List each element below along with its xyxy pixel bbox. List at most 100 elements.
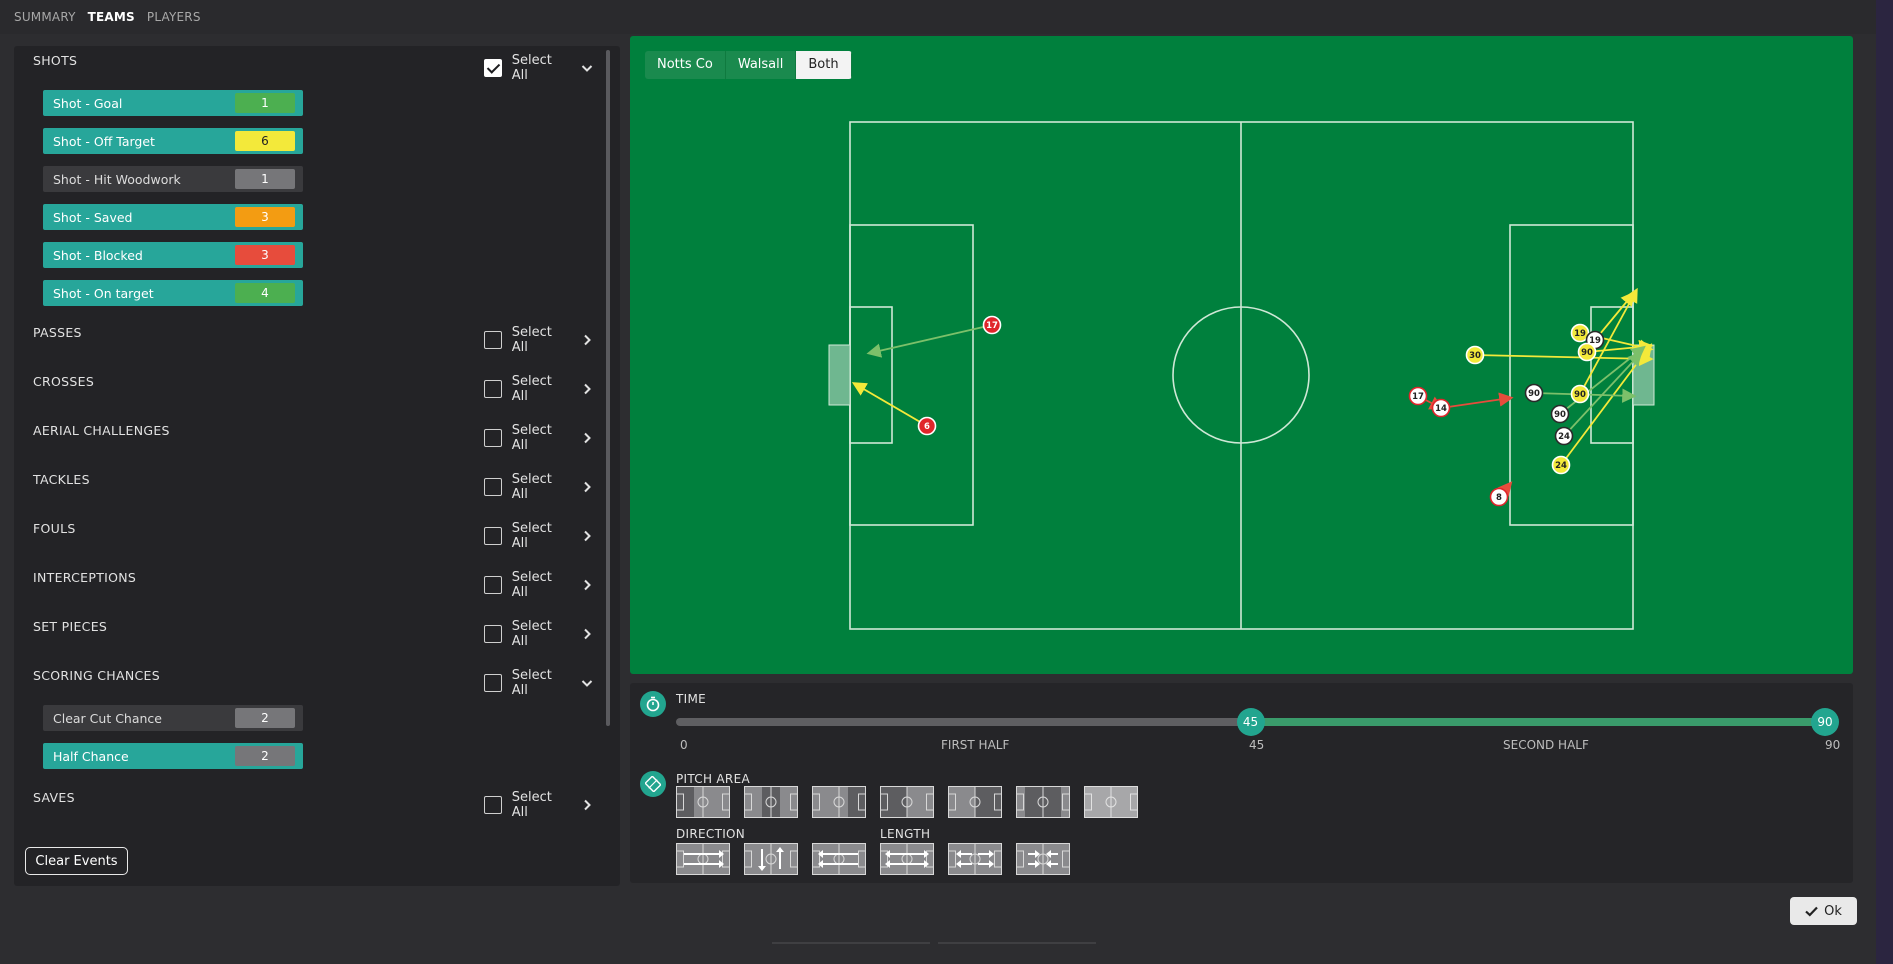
select-all-checkbox[interactable] — [484, 527, 502, 545]
select-all-checkbox[interactable] — [484, 478, 502, 496]
pitch-area-option[interactable] — [676, 786, 730, 818]
chevron-right-icon[interactable] — [581, 579, 593, 591]
chevron-right-icon[interactable] — [581, 432, 593, 444]
shot-marker-label: 19 — [1574, 329, 1586, 339]
chevron-right-icon[interactable] — [581, 481, 593, 493]
event-toggle[interactable]: Half Chance 2 — [43, 743, 303, 769]
select-all-passes[interactable]: Select All — [484, 325, 593, 355]
shot-marker-label: 14 — [1435, 404, 1447, 414]
event-toggle[interactable]: Shot - Off Target 6 — [43, 128, 303, 154]
select-all-scoring[interactable]: Select All — [484, 668, 593, 698]
time-tick-start: 0 — [680, 738, 688, 752]
select-all-saves[interactable]: Select All — [484, 790, 593, 820]
right-penalty-area — [1509, 224, 1634, 526]
shot-marker[interactable]: 90 — [1524, 383, 1544, 403]
event-count-badge: 3 — [235, 207, 295, 227]
shot-marker[interactable]: 90 — [1550, 404, 1570, 424]
select-all-checkbox[interactable] — [484, 380, 502, 398]
select-all-checkbox[interactable] — [484, 59, 502, 77]
chevron-right-icon[interactable] — [581, 799, 593, 811]
time-slider-end-handle[interactable]: 90 — [1811, 708, 1839, 736]
tab-teams[interactable]: TEAMS — [88, 10, 135, 24]
shot-marker[interactable]: 8 — [1489, 487, 1509, 507]
select-all-checkbox[interactable] — [484, 625, 502, 643]
select-all-label: Select All — [511, 472, 552, 502]
length-option[interactable] — [1016, 843, 1070, 875]
select-all-label: Select All — [511, 423, 552, 453]
category-passes: PASSES Select All — [33, 325, 593, 355]
filter-scrollbar[interactable] — [606, 50, 610, 726]
category-title: TACKLES — [33, 472, 90, 487]
direction-option[interactable] — [812, 843, 866, 875]
shot-marker[interactable]: 17 — [982, 315, 1002, 335]
event-toggle[interactable]: Shot - Saved 3 — [43, 204, 303, 230]
stopwatch-icon — [640, 691, 666, 717]
shot-marker[interactable]: 24 — [1554, 426, 1574, 446]
team-tab-notts-co[interactable]: Notts Co — [645, 51, 726, 79]
pitch-lines — [849, 121, 1634, 630]
time-slider-start-handle[interactable]: 45 — [1236, 708, 1265, 736]
pitch-area-option[interactable] — [880, 786, 934, 818]
select-all-checkbox[interactable] — [484, 331, 502, 349]
chevron-down-icon[interactable] — [581, 677, 593, 689]
length-option[interactable] — [880, 843, 934, 875]
select-all-fouls[interactable]: Select All — [484, 521, 593, 551]
event-toggle[interactable]: Shot - On target 4 — [43, 280, 303, 306]
pitch-area-option[interactable] — [744, 786, 798, 818]
select-all-shots[interactable]: Select All — [484, 53, 593, 83]
shot-marker[interactable]: 24 — [1551, 455, 1571, 475]
pitch-map: 1761919903090 9090171424248 — [828, 121, 1655, 630]
select-all-interceptions[interactable]: Select All — [484, 570, 593, 600]
event-toggle[interactable]: Shot - Goal 1 — [43, 90, 303, 116]
shot-marker[interactable]: 90 — [1570, 384, 1590, 404]
event-count-badge: 1 — [235, 93, 295, 113]
direction-option[interactable] — [744, 843, 798, 875]
select-all-checkbox[interactable] — [484, 674, 502, 692]
length-option[interactable] — [948, 843, 1002, 875]
clear-events-button[interactable]: Clear Events — [25, 847, 128, 875]
pitch-area-option[interactable] — [1016, 786, 1070, 818]
select-all-checkbox[interactable] — [484, 429, 502, 447]
category-title: SAVES — [33, 790, 75, 805]
select-all-checkbox[interactable] — [484, 576, 502, 594]
event-toggle[interactable]: Shot - Blocked 3 — [43, 242, 303, 268]
select-all-aerial[interactable]: Select All — [484, 423, 593, 453]
event-toggle[interactable]: Clear Cut Chance 2 — [43, 705, 303, 731]
select-all-checkbox[interactable] — [484, 796, 502, 814]
shot-marker[interactable]: 6 — [917, 416, 937, 436]
time-title: TIME — [676, 692, 707, 706]
direction-title: DIRECTION — [676, 827, 746, 841]
category-title: SCORING CHANCES — [33, 668, 160, 683]
event-toggle[interactable]: Shot - Hit Woodwork 1 — [43, 166, 303, 192]
select-all-label: Select All — [511, 619, 552, 649]
event-count-badge: 1 — [235, 169, 295, 189]
shot-marker[interactable]: 30 — [1465, 345, 1485, 365]
pitch-area-option[interactable] — [948, 786, 1002, 818]
select-all-label: Select All — [511, 790, 552, 820]
chevron-right-icon[interactable] — [581, 383, 593, 395]
team-tab-walsall[interactable]: Walsall — [725, 51, 797, 79]
tab-summary[interactable]: SUMMARY — [14, 10, 76, 24]
event-count-badge: 6 — [235, 131, 295, 151]
ok-button[interactable]: Ok — [1790, 897, 1857, 925]
shot-marker[interactable]: 14 — [1431, 398, 1451, 418]
chevron-right-icon[interactable] — [581, 334, 593, 346]
select-all-crosses[interactable]: Select All — [484, 374, 593, 404]
time-second-half-label: SECOND HALF — [1503, 738, 1589, 752]
shot-marker[interactable]: 90 — [1577, 342, 1597, 362]
chevron-right-icon[interactable] — [581, 530, 593, 542]
tab-players[interactable]: PLAYERS — [147, 10, 201, 24]
event-count-badge: 4 — [235, 283, 295, 303]
shot-marker[interactable]: 17 — [1408, 386, 1428, 406]
select-all-tackles[interactable]: Select All — [484, 472, 593, 502]
time-tick-mid: 45 — [1249, 738, 1265, 752]
pager-line-1 — [772, 942, 930, 944]
team-tab-both[interactable]: Both — [796, 51, 852, 79]
pitch-area-option[interactable] — [1084, 786, 1138, 818]
pitch-area-option[interactable] — [812, 786, 866, 818]
select-all-setpieces[interactable]: Select All — [484, 619, 593, 649]
chevron-right-icon[interactable] — [581, 628, 593, 640]
direction-option[interactable] — [676, 843, 730, 875]
chevron-down-icon[interactable] — [581, 62, 593, 74]
category-title: PASSES — [33, 325, 82, 340]
